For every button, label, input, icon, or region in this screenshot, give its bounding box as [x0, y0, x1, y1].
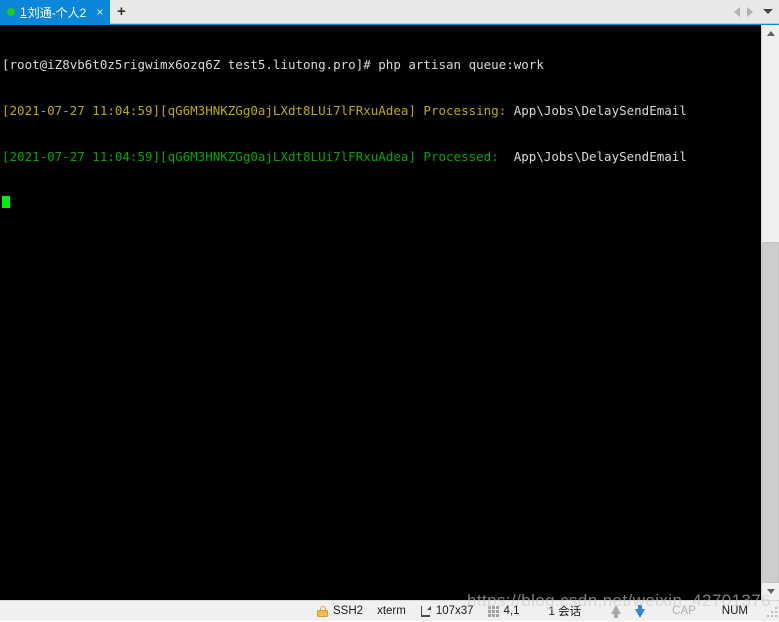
tab-label: 刘通-个人2 — [27, 5, 87, 20]
terminal-output[interactable]: [root@iZ8vb6t0z5rigwimx6ozq6Z test5.liut… — [0, 25, 761, 600]
status-size: 107x37 — [413, 601, 481, 622]
xshell-window: 1 刘通-个人2 × + [root@iZ8vb6t0z5rigwimx6ozq… — [0, 0, 779, 621]
lock-icon — [317, 605, 329, 617]
cursor-position-icon — [487, 605, 499, 617]
terminal-area: [root@iZ8vb6t0z5rigwimx6ozq6Z test5.liut… — [0, 24, 779, 600]
terminal-line: [2021-07-27 11:04:59][qG6M3HNKZGg0ajLXdt… — [2, 149, 761, 164]
status-bar: SSH2 xterm 107x37 4,1 1 会话 CAP NUM — [0, 600, 779, 621]
status-caps-lock-label: CAP — [672, 605, 696, 617]
status-cursor-position: 4,1 — [481, 601, 527, 622]
tab-bar: 1 刘通-个人2 × + — [0, 0, 779, 24]
status-num-lock: NUM — [709, 601, 761, 622]
scroll-down-button[interactable] — [762, 583, 779, 600]
status-protocol-label: SSH2 — [333, 605, 364, 617]
chevron-right-icon[interactable] — [747, 6, 753, 17]
scroll-up-button[interactable] — [762, 25, 779, 42]
chevron-down-icon[interactable] — [763, 9, 773, 14]
session-tab-1[interactable]: 1 刘通-个人2 × — [0, 0, 111, 24]
scrollbar-track[interactable] — [762, 42, 779, 583]
terminal-segment: App\Jobs\DelaySendEmail — [513, 148, 687, 164]
tab-bar-filler — [132, 0, 734, 23]
status-sessions-label: 1 会话 — [548, 606, 582, 618]
status-terminal-type: xterm — [370, 601, 413, 622]
terminal-segment: App\Jobs\DelaySendEmail — [513, 103, 687, 118]
status-caps-lock: CAP — [659, 601, 709, 622]
terminal-segment: [root@iZ8vb6t0z5rigwimx6ozq6Z test5.liut… — [2, 57, 544, 73]
chevron-left-icon[interactable] — [734, 6, 740, 17]
chevron-down-icon — [766, 589, 775, 594]
terminal-segment: [2021-07-27 11:04:59][qG6M3HNKZGg0ajLXdt… — [2, 148, 514, 164]
status-terminal-type-label: xterm — [377, 605, 406, 617]
terminal-line: [2021-07-27 11:04:59][qG6M3HNKZGg0ajLXdt… — [2, 103, 761, 118]
tab-index: 1 — [20, 5, 27, 19]
status-protocol: SSH2 — [310, 601, 370, 622]
status-size-label: 107x37 — [435, 605, 474, 617]
terminal-line — [2, 194, 761, 209]
status-num-lock-label: NUM — [721, 605, 748, 617]
session-status-dot — [7, 8, 15, 16]
scrollbar-thumb[interactable] — [762, 242, 779, 583]
status-transfer — [597, 601, 659, 622]
tab-bar-controls — [734, 0, 779, 23]
close-icon[interactable]: × — [94, 6, 105, 18]
new-tab-button[interactable]: + — [110, 0, 133, 23]
terminal-cursor — [2, 196, 10, 209]
arrow-down-icon[interactable] — [631, 604, 649, 618]
resize-icon — [420, 605, 431, 617]
terminal-line: [root@iZ8vb6t0z5rigwimx6ozq6Z test5.liut… — [2, 57, 761, 72]
arrow-up-icon[interactable] — [607, 604, 625, 618]
status-sessions: 1 会话 — [527, 601, 598, 622]
chevron-up-icon — [766, 31, 775, 36]
status-position-label: 4,1 — [503, 605, 520, 617]
resize-grip[interactable] — [765, 605, 777, 617]
vertical-scrollbar[interactable] — [761, 25, 779, 600]
terminal-segment: [2021-07-27 11:04:59][qG6M3HNKZGg0ajLXdt… — [2, 103, 514, 118]
